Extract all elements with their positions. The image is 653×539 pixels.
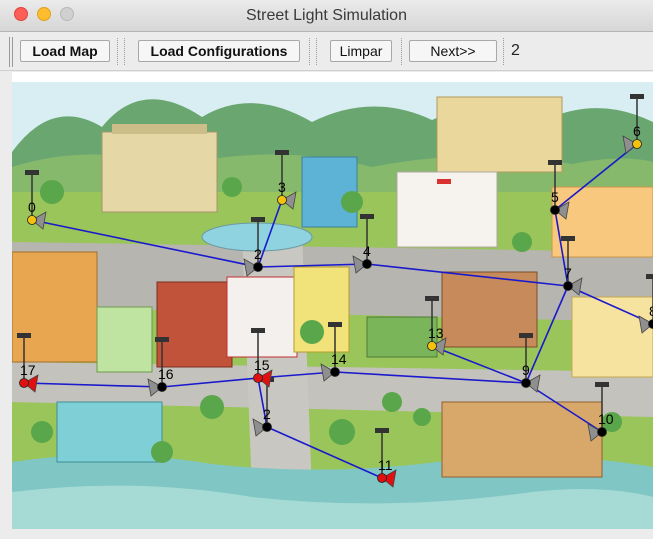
lamp-head-icon <box>251 328 265 333</box>
lamp-head-icon <box>25 170 39 175</box>
node-dot[interactable] <box>157 382 167 392</box>
node-dot[interactable] <box>550 205 560 215</box>
city-map-illustration: 0 2 3 4 5 6 7 8 9 10 11 2 13 14 15 16 17 <box>12 72 653 529</box>
next-button[interactable]: Next>> <box>409 40 497 62</box>
node-dot[interactable] <box>253 262 263 272</box>
node-label: 6 <box>633 123 641 139</box>
load-map-button[interactable]: Load Map <box>20 40 110 62</box>
node-dot[interactable] <box>597 427 607 437</box>
node-label: 17 <box>20 362 36 378</box>
lamp-head-icon <box>155 337 169 342</box>
toolbar-separator <box>309 38 310 65</box>
toolbar-grip[interactable] <box>9 37 13 67</box>
market-building <box>551 186 653 258</box>
node-label: 7 <box>564 265 572 281</box>
lamp-head-icon <box>275 150 289 155</box>
node-label: 8 <box>649 303 653 319</box>
lamp-head-icon <box>519 333 533 338</box>
lamp-head-icon <box>328 322 342 327</box>
load-configurations-button[interactable]: Load Configurations <box>138 40 300 62</box>
hospital-cross <box>437 179 451 184</box>
node-label: 16 <box>158 366 174 382</box>
town-hall-roof <box>112 124 207 134</box>
green-house <box>96 306 153 373</box>
node-label: 11 <box>378 457 393 473</box>
window-title: Street Light Simulation <box>246 7 407 24</box>
step-counter: 2 <box>511 42 520 59</box>
node-dot[interactable] <box>262 422 272 432</box>
node-dot[interactable] <box>362 259 372 269</box>
limpar-button[interactable]: Limpar <box>330 40 392 62</box>
cafe-building <box>571 296 653 378</box>
lamp-head-icon <box>17 333 31 338</box>
node-label: 15 <box>254 357 270 373</box>
lamp-head-icon <box>561 236 575 241</box>
playground <box>366 316 438 358</box>
toolbar-separator <box>124 38 125 65</box>
node-label: 2 <box>263 406 271 422</box>
node-label: 14 <box>331 351 347 367</box>
node-dot[interactable] <box>427 341 437 351</box>
lamp-head-icon <box>646 274 653 279</box>
map-canvas[interactable]: 0 2 3 4 5 6 7 8 9 10 11 2 13 14 15 16 17 <box>12 72 653 529</box>
node-dot[interactable] <box>521 378 531 388</box>
node-label: 10 <box>598 411 614 427</box>
node-dot[interactable] <box>277 195 287 205</box>
node-dot[interactable] <box>632 139 642 149</box>
lamp-head-icon <box>251 217 265 222</box>
node-label: 13 <box>428 325 444 341</box>
town-hall-building <box>101 131 218 213</box>
lamp-head-icon <box>425 296 439 301</box>
node-label: 2 <box>254 246 262 262</box>
lamp-head-icon <box>548 160 562 165</box>
node-label: 0 <box>28 199 36 215</box>
lamp-head-icon <box>360 214 374 219</box>
stadium-building <box>436 96 563 173</box>
node-dot[interactable] <box>253 373 263 383</box>
pool-building <box>56 401 163 463</box>
node-dot[interactable] <box>330 367 340 377</box>
brick-shop <box>156 281 233 368</box>
node-dot[interactable] <box>27 215 37 225</box>
toolbar-separator <box>117 38 118 65</box>
app-window: Street Light Simulation Load Map Load Co… <box>0 0 653 539</box>
node-dot[interactable] <box>377 473 387 483</box>
lamp-head-icon <box>630 94 644 99</box>
toolbar-separator <box>503 38 504 65</box>
node-label: 9 <box>522 362 530 378</box>
node-label: 4 <box>363 243 371 259</box>
lamp-head-icon <box>595 382 609 387</box>
toolbar: Load Map Load Configurations Limpar Next… <box>0 32 653 71</box>
toolbar-separator <box>401 38 402 65</box>
lamp-head-icon <box>375 428 389 433</box>
node-label: 3 <box>278 179 286 195</box>
node-dot[interactable] <box>563 281 573 291</box>
clinic-building <box>226 276 298 358</box>
warehouse-building <box>441 401 603 478</box>
title-bar: Street Light Simulation <box>0 0 653 32</box>
node-label: 5 <box>551 189 559 205</box>
toolbar-separator <box>316 38 317 65</box>
node-dot[interactable] <box>19 378 29 388</box>
